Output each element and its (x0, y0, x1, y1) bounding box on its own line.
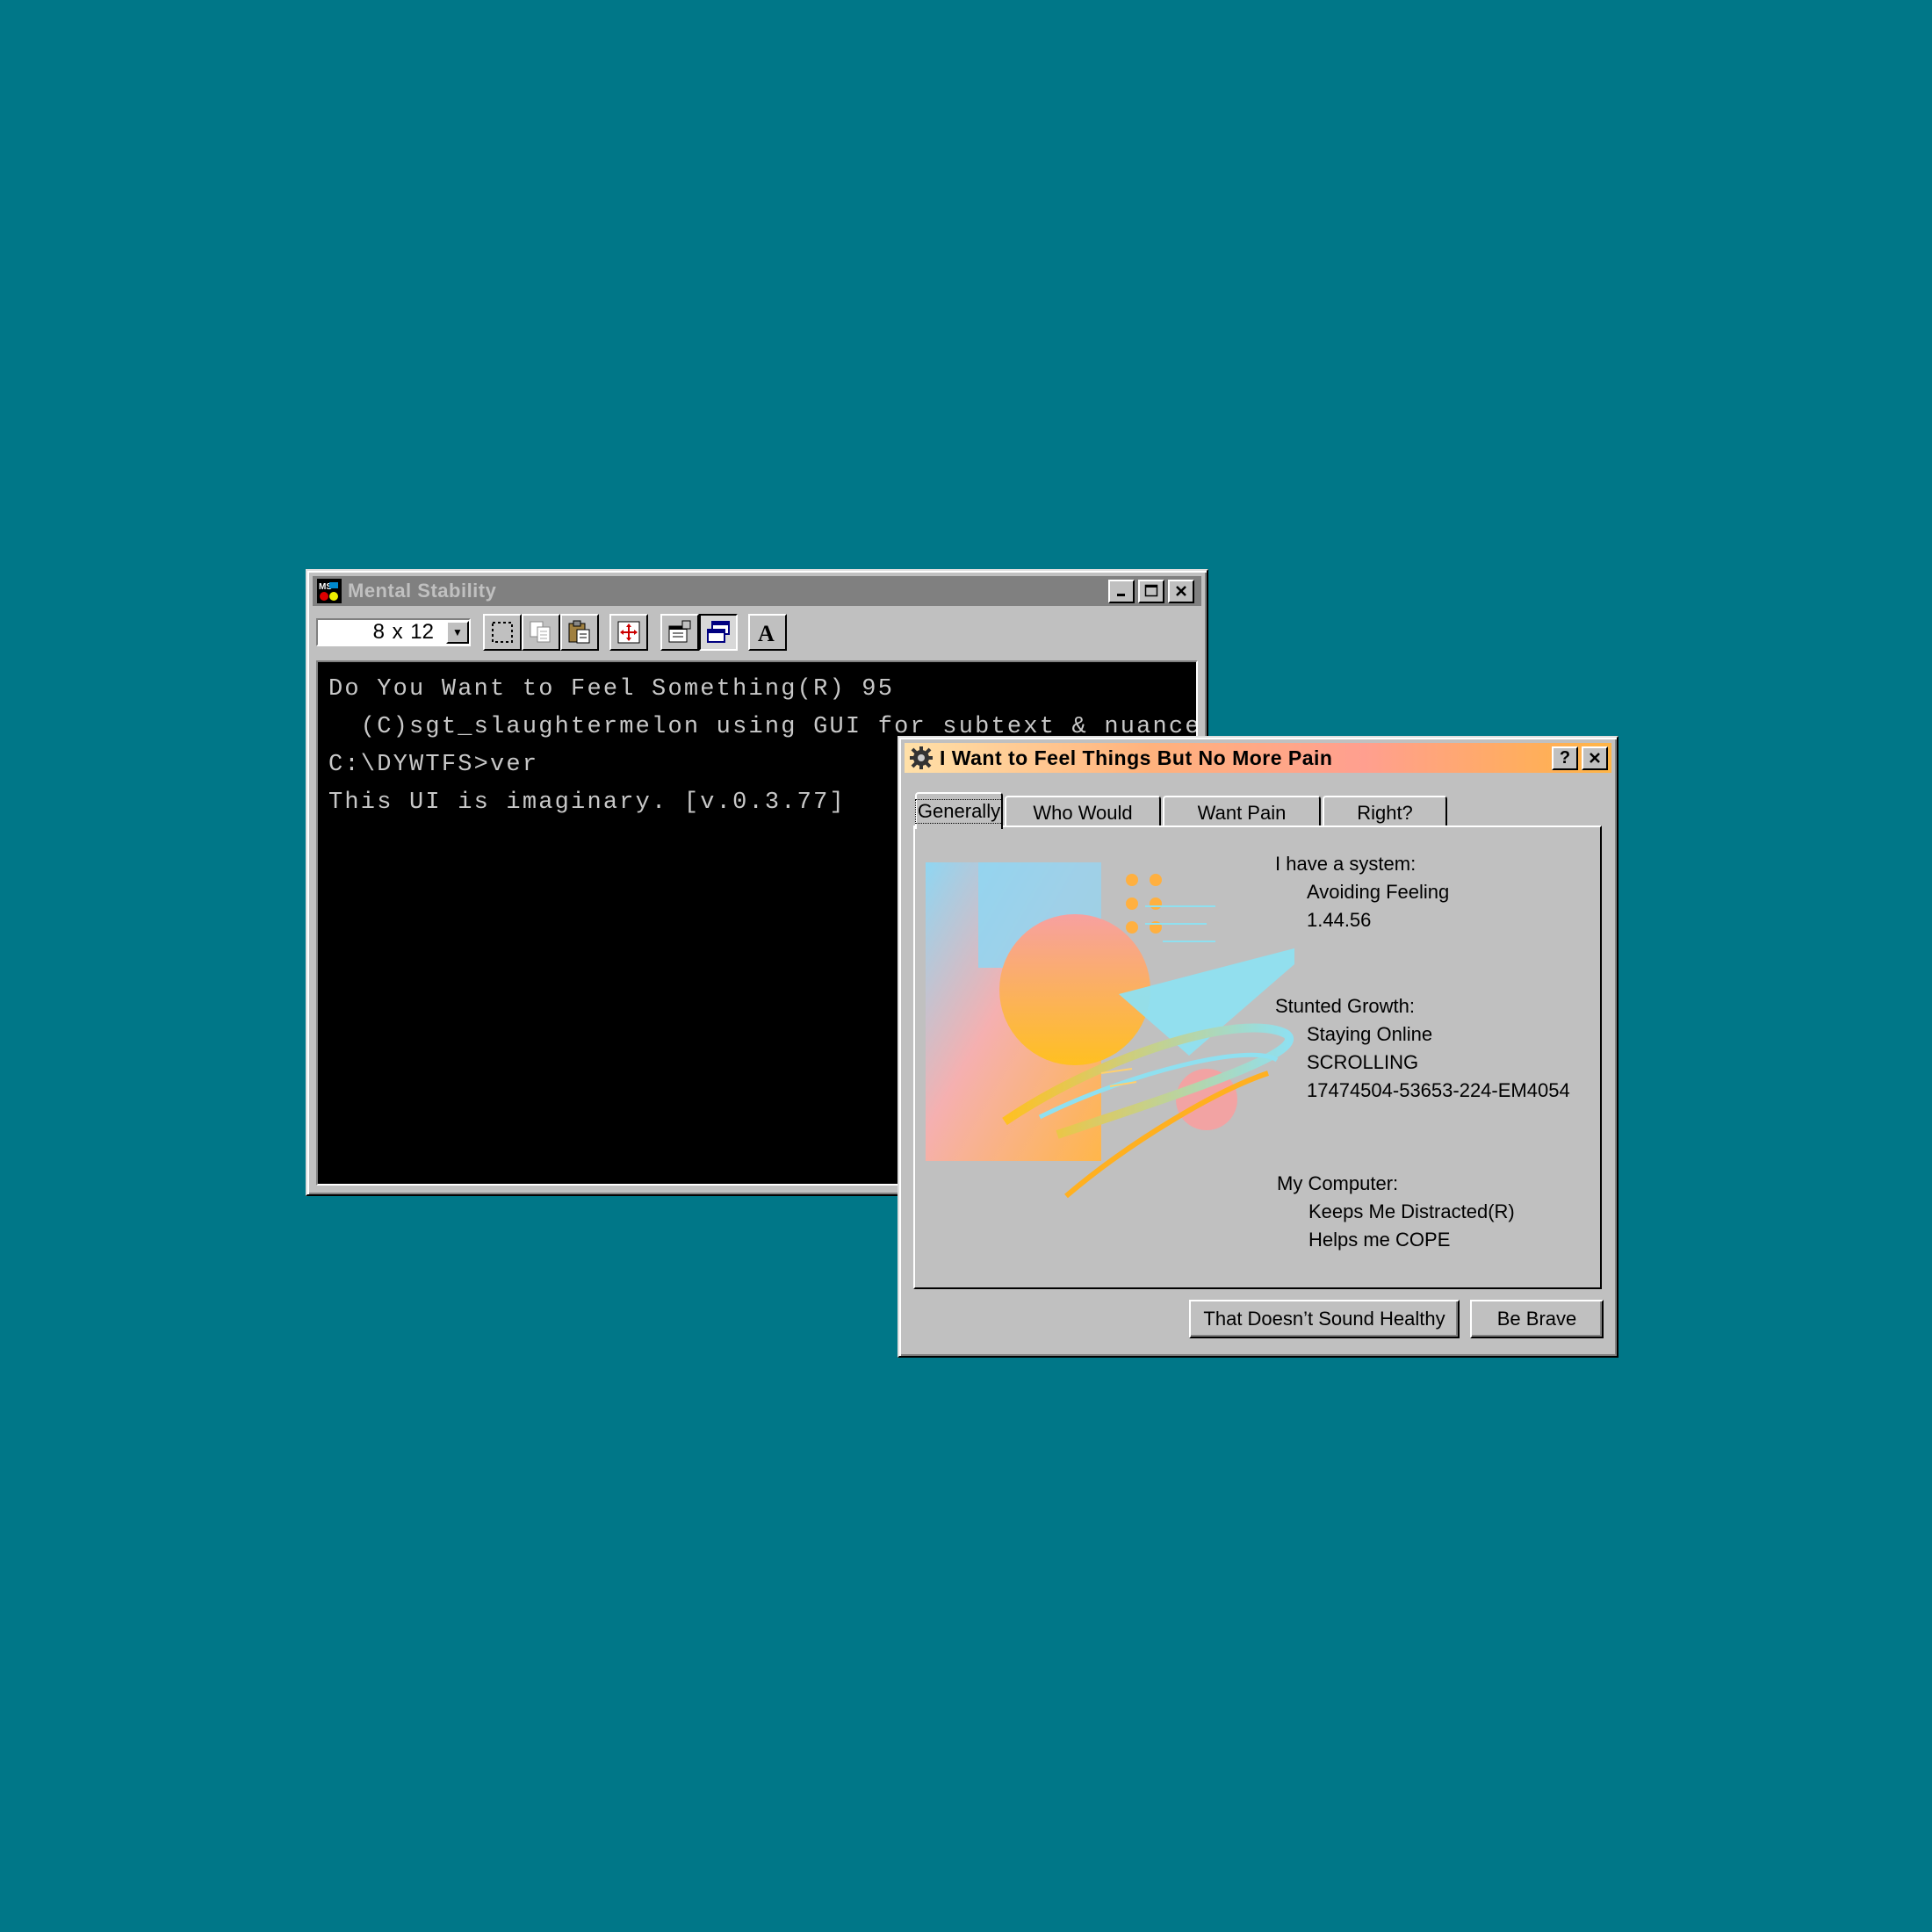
font-icon: A (758, 621, 775, 645)
ms-dos-icon: MS (316, 578, 342, 604)
tab-label: Who Would (1033, 802, 1133, 824)
console-toolbar: 8 x 12 ▼ A (313, 613, 1201, 652)
tab-who-would[interactable]: Who Would (1005, 796, 1161, 829)
be-brave-button[interactable]: Be Brave (1470, 1300, 1604, 1338)
button-label: Be Brave (1496, 1308, 1577, 1330)
mark-button[interactable] (483, 614, 522, 651)
tab-generally[interactable]: Generally (914, 792, 1004, 829)
close-icon (1176, 586, 1186, 596)
system-version: 1.44.56 (1307, 909, 1372, 931)
background-button[interactable] (699, 614, 738, 651)
system-artwork (926, 862, 1294, 1199)
minimize-button[interactable] (1108, 579, 1135, 603)
product-id: 17474504-53653-224-EM4054 (1307, 1079, 1570, 1101)
maximize-icon (1144, 584, 1158, 597)
growth-section: Stunted Growth: Staying Online SCROLLING… (1275, 992, 1570, 1105)
properties-icon (668, 620, 691, 643)
minimize-icon (1117, 594, 1125, 596)
properties-button[interactable] (660, 614, 699, 651)
dialog-close-button[interactable] (1582, 746, 1608, 770)
tab-want-pain[interactable]: Want Pain (1163, 796, 1321, 829)
background-icon (707, 621, 730, 643)
font-button[interactable]: A (748, 614, 787, 651)
dialog-titlebar[interactable]: I Want to Feel Things But No More Pain ? (905, 743, 1611, 773)
tab-strip: Generally Who Would Want Pain Right? (914, 792, 1449, 829)
growth-heading: Stunted Growth: (1275, 995, 1415, 1017)
svg-text:A: A (758, 621, 775, 645)
unhealthy-button[interactable]: That Doesn’t Sound Healthy (1189, 1300, 1460, 1338)
fullscreen-button[interactable] (609, 614, 648, 651)
tab-label: Generally (914, 799, 1004, 824)
font-size-value: 8 x 12 (372, 620, 434, 644)
system-section: I have a system: Avoiding Feeling 1.44.5… (1275, 850, 1449, 934)
dialog-title: I Want to Feel Things But No More Pain (940, 746, 1333, 769)
tab-right[interactable]: Right? (1323, 796, 1447, 829)
paste-button[interactable] (560, 614, 599, 651)
fullscreen-icon (617, 621, 640, 644)
tab-label: Right? (1357, 802, 1413, 824)
console-line: Do You Want to Feel Something(R) 95 (328, 676, 895, 703)
button-label: That Doesn’t Sound Healthy (1203, 1308, 1445, 1330)
tab-panel-generally: I have a system: Avoiding Feeling 1.44.5… (913, 825, 1602, 1289)
copy-button[interactable] (522, 614, 560, 651)
close-button[interactable] (1168, 579, 1194, 603)
console-titlebar[interactable]: MS Mental Stability (313, 576, 1201, 606)
computer-heading: My Computer: (1277, 1172, 1399, 1194)
system-heading: I have a system: (1275, 853, 1417, 875)
growth-line: SCROLLING (1307, 1051, 1419, 1073)
computer-line: Helps me COPE (1308, 1229, 1451, 1251)
copy-icon (530, 621, 551, 643)
dropdown-arrow-icon[interactable]: ▼ (446, 621, 469, 644)
font-size-select[interactable]: 8 x 12 ▼ (316, 618, 471, 646)
system-name: Avoiding Feeling (1307, 881, 1450, 903)
maximize-button[interactable] (1138, 579, 1164, 603)
paste-icon (568, 620, 590, 644)
mark-icon (492, 622, 513, 643)
computer-gear-icon (908, 745, 934, 771)
console-title: Mental Stability (348, 580, 497, 602)
computer-section: My Computer: Keeps Me Distracted(R) Help… (1277, 1170, 1515, 1254)
help-icon: ? (1559, 747, 1571, 768)
growth-line: Staying Online (1307, 1023, 1433, 1045)
close-icon (1590, 753, 1600, 763)
help-button[interactable]: ? (1552, 746, 1578, 770)
properties-dialog[interactable]: I Want to Feel Things But No More Pain ?… (898, 736, 1618, 1358)
computer-line: Keeps Me Distracted(R) (1308, 1200, 1515, 1222)
tab-label: Want Pain (1197, 802, 1287, 824)
